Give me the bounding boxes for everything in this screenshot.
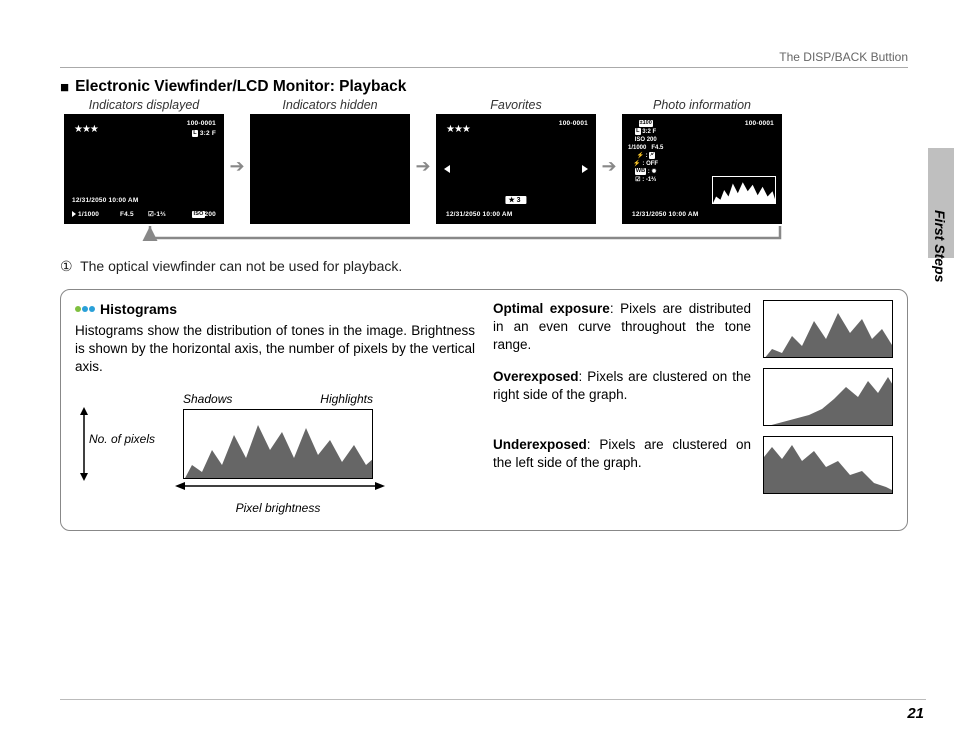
histogram-main: [183, 409, 373, 479]
page-number: 21: [907, 705, 924, 722]
arrow-right-icon: ➔: [224, 98, 250, 177]
mode-label: Indicators hidden: [250, 98, 410, 112]
histograms-callout: Histograms Histograms show the distribut…: [60, 289, 908, 531]
heading-bullets-icon: [75, 306, 95, 312]
running-head: The DISP/BACK Buttion: [60, 50, 908, 68]
shadows-label: Shadows: [183, 391, 232, 407]
section-title: ■ Electronic Viewfinder/LCD Monitor: Pla…: [60, 78, 908, 96]
info-bar: 1/1000 F4.5 ☑-1⅔ ISO200: [68, 208, 220, 220]
histogram-underexposed: [763, 436, 893, 494]
screen-indicators-displayed: ★★★ 100-0001 L 3:2 F 12/31/2050 10:00 AM…: [64, 114, 224, 224]
histogram-overexposed: [763, 368, 893, 426]
section-side-label: First Steps: [932, 210, 948, 282]
mode-label: Indicators displayed: [64, 98, 224, 112]
exposure-optimal: Optimal exposure: Pixels are distributed…: [493, 300, 893, 358]
playback-note: ① The optical viewfinder can not be used…: [60, 258, 908, 275]
y-axis-arrow-icon: [77, 407, 91, 481]
histogram-diagram: No. of pixels Shadows Highlights: [75, 391, 475, 517]
mode-label: Photo information: [622, 98, 782, 112]
section-title-text: Electronic Viewfinder/LCD Monitor: Playb…: [75, 78, 406, 96]
highlights-label: Highlights: [320, 391, 373, 407]
nav-right-icon: [582, 165, 588, 173]
rating-stars: ★★★: [74, 124, 98, 135]
info-bar: 12/31/2050 10:00 AM: [440, 208, 592, 220]
loopback-arrow: [60, 226, 908, 244]
size-ratio: L 3:2 F: [192, 130, 216, 137]
arrow-right-icon: ➔: [596, 98, 622, 177]
datetime: 12/31/2050 10:00 AM: [72, 197, 138, 204]
exposure-over: Overexposed: Pixels are clustered on the…: [493, 368, 893, 426]
square-bullet-icon: ■: [60, 79, 69, 96]
arrow-right-icon: ➔: [410, 98, 436, 177]
photo-info-list: ±100 L 3:2 F ISO 200 1/1000 F4.5 ⚡ : 🗲 ⚡…: [628, 120, 663, 184]
frame-number: 100-0001: [745, 120, 774, 127]
playback-modes-row: Indicators displayed ★★★ 100-0001 L 3:2 …: [60, 98, 908, 224]
exposure-under: Underexposed: Pixels are clustered on th…: [493, 436, 893, 494]
x-axis-label: Pixel brightness: [183, 500, 373, 516]
frame-number: 100-0001: [559, 120, 588, 127]
footer-rule: [60, 699, 926, 700]
nav-left-icon: [444, 165, 450, 173]
screen-indicators-hidden: [250, 114, 410, 224]
histograms-heading: Histograms: [75, 300, 475, 319]
play-icon: [72, 211, 76, 217]
mini-histogram: [712, 176, 776, 204]
mode-label: Favorites: [436, 98, 596, 112]
screen-favorites: ★★★ 100-0001 ★ 3 12/31/2050 10:00 AM: [436, 114, 596, 224]
rating-stars: ★★★: [446, 124, 470, 135]
caution-icon: ①: [60, 258, 73, 274]
info-bar: 12/31/2050 10:00 AM: [626, 208, 778, 220]
favorites-badge: ★ 3: [505, 196, 526, 204]
screen-photo-info: 100-0001 ±100 L 3:2 F ISO 200 1/1000 F4.…: [622, 114, 782, 224]
x-axis-arrow-icon: [175, 479, 385, 493]
histograms-intro: Histograms show the distribution of tone…: [75, 322, 475, 377]
frame-number: 100-0001: [187, 120, 216, 127]
histogram-optimal: [763, 300, 893, 358]
